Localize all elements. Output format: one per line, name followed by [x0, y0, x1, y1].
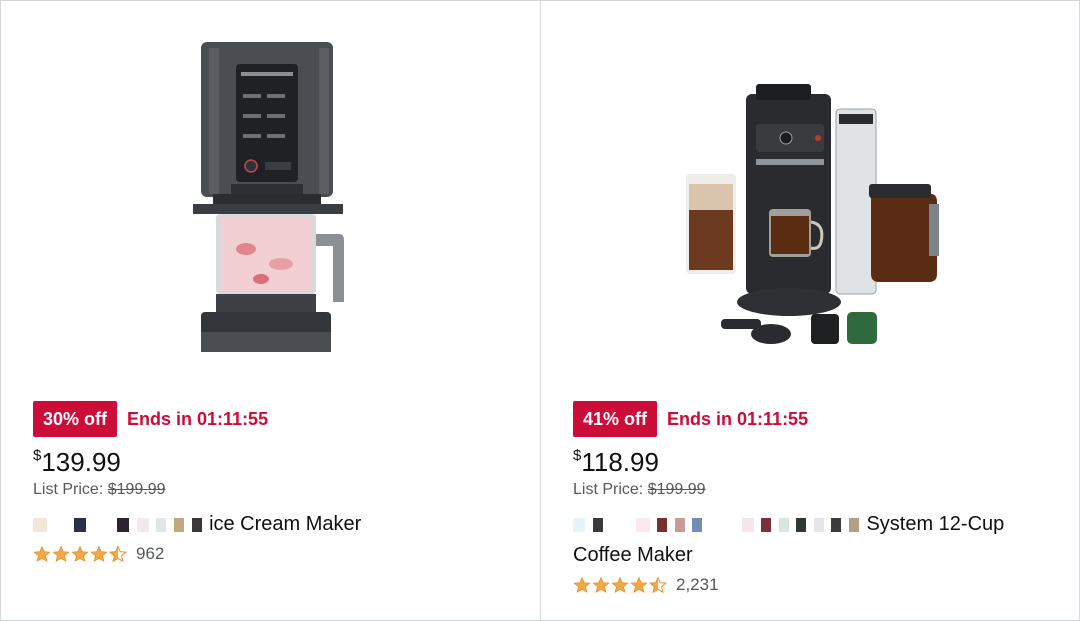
price-currency-symbol: $ [33, 447, 42, 464]
list-price: List Price: $199.99 [573, 481, 1059, 499]
deal-timer: Ends in 01:11:55 [127, 408, 269, 429]
product-title-link[interactable]: System 12-Cup Coffee Maker [573, 509, 1059, 571]
ice-cream-maker-image [193, 41, 344, 352]
price: $118.99 [573, 447, 1059, 477]
star-icon [52, 545, 70, 562]
product-title: ice Cream Maker [209, 513, 362, 535]
redacted-title-prefix [573, 513, 866, 535]
half-star-icon [649, 576, 667, 594]
discount-badge: 41% off [573, 401, 658, 437]
price-currency-symbol: $ [573, 447, 582, 464]
review-count: 962 [136, 544, 165, 563]
price-value: 139.99 [41, 447, 121, 477]
product-info: 30% off Ends in 01:11:55 $139.99 List Pr… [33, 401, 520, 564]
star-icon [71, 545, 89, 562]
product-card-2[interactable]: 41% off Ends in 01:11:55 $118.99 List Pr… [540, 1, 1079, 620]
star-icon [33, 545, 51, 562]
product-image-coffee-maker[interactable] [541, 31, 1080, 376]
product-info: 41% off Ends in 01:11:55 $118.99 List Pr… [573, 401, 1059, 595]
discount-badge: 30% off [33, 401, 118, 437]
product-image-ice-cream-maker[interactable] [1, 31, 541, 376]
star-icon [90, 545, 108, 562]
price-value: 118.99 [581, 447, 659, 477]
list-price-label: List Price: [573, 481, 644, 498]
star-icon [630, 576, 648, 593]
star-icon [573, 576, 591, 593]
redacted-title-prefix [33, 513, 209, 535]
coffee-maker-image [686, 83, 939, 344]
rating-row[interactable]: 962 [33, 544, 520, 564]
star-rating [33, 545, 128, 563]
product-grid: 30% off Ends in 01:11:55 $139.99 List Pr… [0, 0, 1080, 621]
list-price-value: $199.99 [647, 481, 706, 498]
deal-timer: Ends in 01:11:55 [667, 408, 809, 429]
star-icon [592, 576, 610, 593]
half-star-icon [109, 545, 127, 563]
list-price: List Price: $199.99 [33, 481, 520, 499]
list-price-value: $199.99 [107, 481, 166, 498]
rating-row[interactable]: 2,231 [573, 575, 1059, 595]
review-count: 2,231 [676, 575, 719, 594]
star-icon [611, 576, 629, 593]
product-title-link[interactable]: ice Cream Maker [33, 509, 520, 540]
deal-row: 30% off Ends in 01:11:55 [33, 401, 520, 437]
product-card-1[interactable]: 30% off Ends in 01:11:55 $139.99 List Pr… [1, 1, 540, 620]
list-price-label: List Price: [33, 481, 104, 498]
star-rating [573, 576, 668, 594]
price: $139.99 [33, 447, 520, 477]
deal-row: 41% off Ends in 01:11:55 [573, 401, 1059, 437]
